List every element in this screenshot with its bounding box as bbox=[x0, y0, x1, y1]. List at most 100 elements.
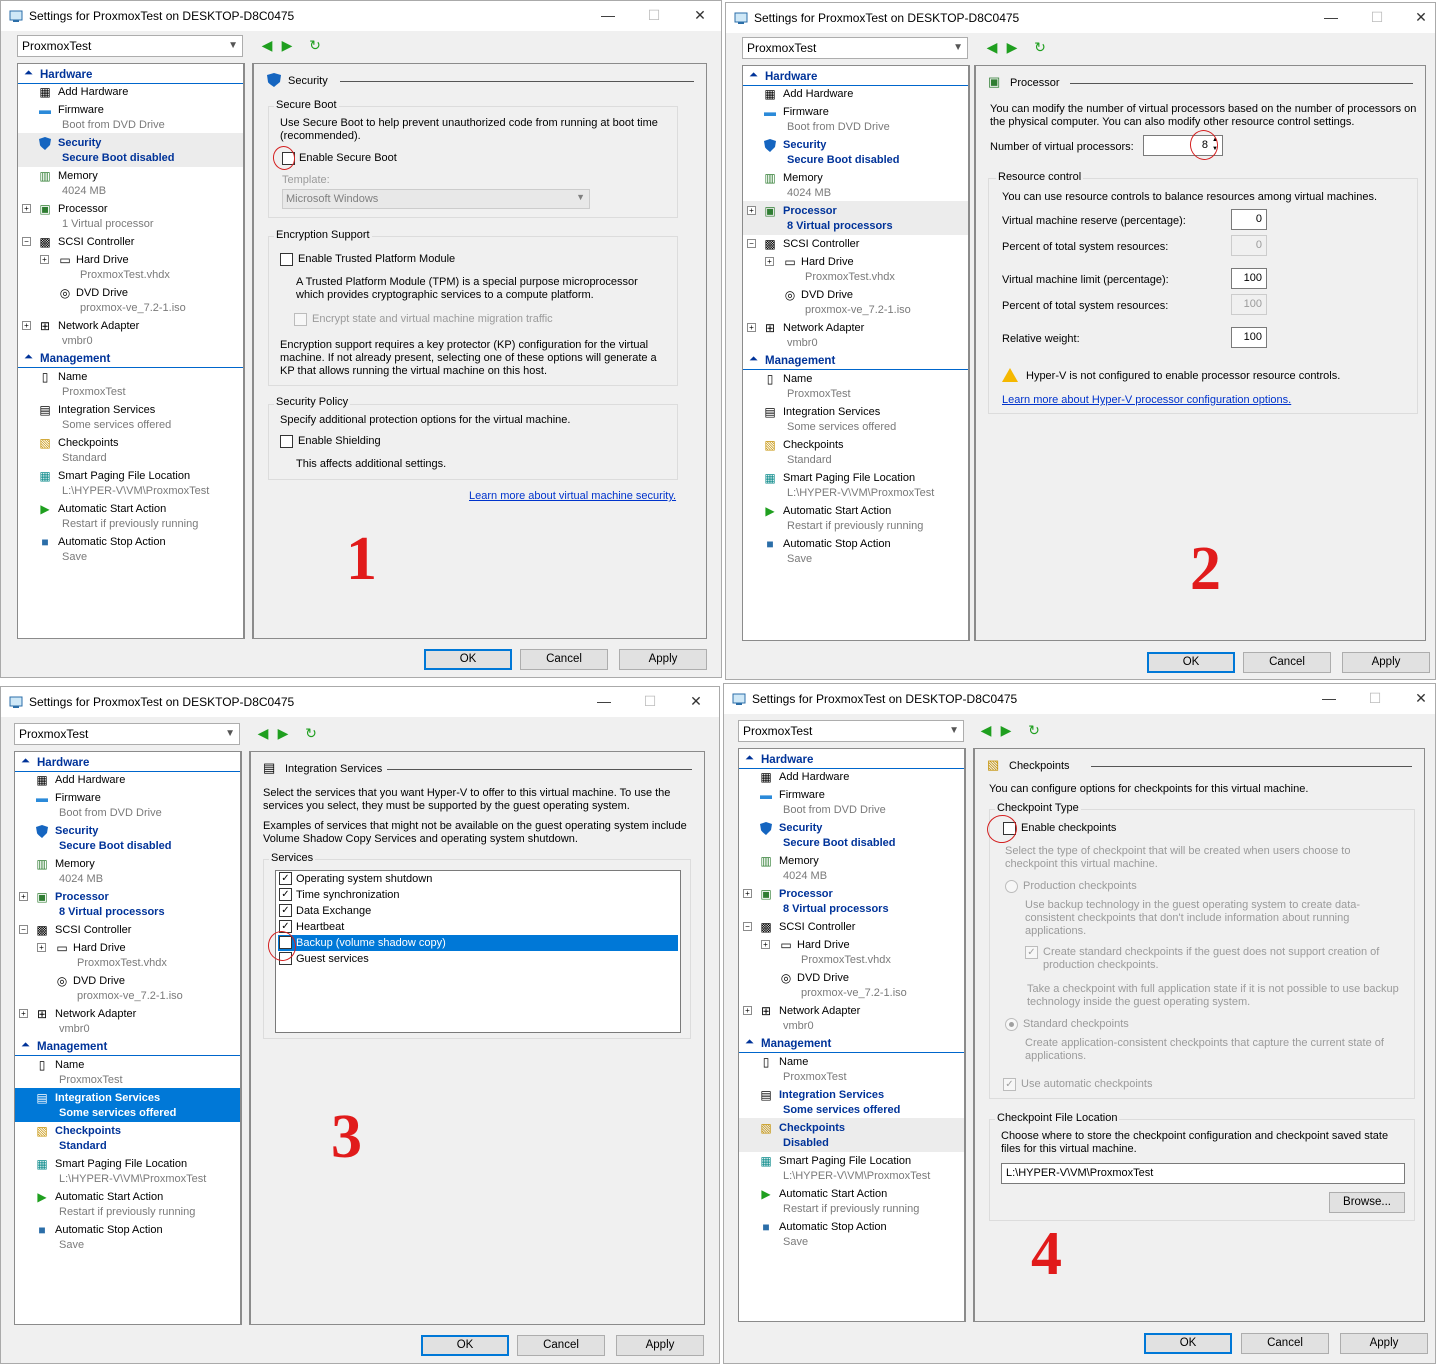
cancel-button[interactable]: Cancel bbox=[520, 649, 608, 670]
back-arrow-icon[interactable]: ◀ bbox=[976, 722, 996, 739]
limit-input[interactable]: 100 bbox=[1231, 268, 1267, 289]
tree-item-processor[interactable]: + ▣ Processor 8 Virtual processors bbox=[743, 201, 968, 235]
ok-button[interactable]: OK bbox=[1144, 1333, 1232, 1354]
tree-item-network[interactable]: + ⊞ Network Adapter vmbr0 bbox=[743, 318, 968, 352]
minimize-button[interactable]: — bbox=[593, 5, 623, 25]
tree-item-auto-stop[interactable]: ■ Automatic Stop Action Save bbox=[739, 1217, 964, 1251]
tree-item-memory[interactable]: ▥ Memory 4024 MB bbox=[743, 168, 968, 202]
vm-selector[interactable]: ProxmoxTest ▼ bbox=[738, 720, 964, 742]
tree-item-checkpoints[interactable]: ▧ Checkpoints Standard bbox=[15, 1121, 240, 1155]
encrypt-state-checkbox[interactable] bbox=[294, 313, 307, 326]
refresh-icon[interactable]: ↻ bbox=[301, 725, 321, 742]
tree-item-hard-drive[interactable]: + ▭ Hard Drive ProxmoxTest.vhdx bbox=[18, 250, 243, 284]
back-arrow-icon[interactable]: ◀ bbox=[982, 39, 1002, 56]
tree-item-network[interactable]: + ⊞ Network Adapter vmbr0 bbox=[18, 316, 243, 350]
apply-button[interactable]: Apply bbox=[616, 1335, 704, 1356]
service-item[interactable]: Backup (volume shadow copy) bbox=[278, 935, 678, 951]
tree-header-management[interactable]: ⏶ Management bbox=[743, 352, 968, 370]
enable-tpm-label[interactable]: Enable Trusted Platform Module bbox=[298, 253, 455, 266]
tree-item-security[interactable]: Security Secure Boot disabled bbox=[739, 818, 964, 852]
tree-item-smart-paging[interactable]: ▦ Smart Paging File Location L:\HYPER-V\VM… bbox=[743, 468, 968, 502]
close-button[interactable]: ✕ bbox=[681, 691, 711, 711]
expand-icon[interactable]: + bbox=[22, 204, 31, 213]
tree-item-dvd-drive[interactable]: ◎ DVD Drive proxmox-ve_7.2-1.iso bbox=[18, 283, 243, 317]
tree-item-smart-paging[interactable]: ▦ Smart Paging File Location L:\HYPER-V\VM… bbox=[739, 1151, 964, 1185]
tree-item-smart-paging[interactable]: ▦ Smart Paging File Location L:\HYPER-V\VM… bbox=[15, 1154, 240, 1188]
forward-arrow-icon[interactable]: ▶ bbox=[277, 37, 297, 54]
service-checkbox[interactable]: ✓ bbox=[279, 888, 292, 901]
back-arrow-icon[interactable]: ◀ bbox=[253, 725, 273, 742]
tree-item-auto-start[interactable]: ▶ Automatic Start Action Restart if previo… bbox=[743, 501, 968, 535]
maximize-button[interactable]: ☐ bbox=[639, 5, 669, 25]
tree-item-integration[interactable]: ▤ Integration Services Some services offer… bbox=[15, 1088, 240, 1122]
collapse-icon[interactable]: − bbox=[743, 922, 752, 931]
tree-item-processor[interactable]: + ▣ Processor 8 Virtual processors bbox=[15, 887, 240, 921]
tree-item-dvd-drive[interactable]: ◎ DVD Drive proxmox-ve_7.2-1.iso bbox=[739, 968, 964, 1002]
vm-selector[interactable]: ProxmoxTest ▼ bbox=[17, 35, 243, 57]
tree-item-auto-stop[interactable]: ■ Automatic Stop Action Save bbox=[15, 1220, 240, 1254]
close-button[interactable]: ✕ bbox=[1406, 688, 1435, 708]
minimize-button[interactable]: — bbox=[589, 691, 619, 711]
tree-item-checkpoints[interactable]: ▧ Checkpoints Standard bbox=[743, 435, 968, 469]
apply-button[interactable]: Apply bbox=[1340, 1333, 1428, 1354]
tree-item-hard-drive[interactable]: + ▭ Hard Drive ProxmoxTest.vhdx bbox=[15, 938, 240, 972]
tree-item-name[interactable]: ▯ Name ProxmoxTest bbox=[15, 1055, 240, 1089]
vm-selector[interactable]: ProxmoxTest ▼ bbox=[742, 37, 968, 59]
tree-item-checkpoints[interactable]: ▧ Checkpoints Disabled bbox=[739, 1118, 964, 1152]
apply-button[interactable]: Apply bbox=[619, 649, 707, 670]
ok-button[interactable]: OK bbox=[1147, 652, 1235, 673]
tree-item-network[interactable]: + ⊞ Network Adapter vmbr0 bbox=[15, 1004, 240, 1038]
collapse-icon[interactable]: − bbox=[747, 239, 756, 248]
refresh-icon[interactable]: ↻ bbox=[305, 37, 325, 54]
tree-item-firmware[interactable]: ▬ Firmware Boot from DVD Drive bbox=[18, 100, 243, 134]
tree-item-firmware[interactable]: ▬ Firmware Boot from DVD Drive bbox=[743, 102, 968, 136]
tree-item-auto-start[interactable]: ▶ Automatic Start Action Restart if previo… bbox=[739, 1184, 964, 1218]
refresh-icon[interactable]: ↻ bbox=[1030, 39, 1050, 56]
maximize-button[interactable]: ☐ bbox=[1362, 7, 1392, 27]
expand-icon[interactable]: + bbox=[765, 257, 774, 266]
cancel-button[interactable]: Cancel bbox=[517, 1335, 605, 1356]
expand-icon[interactable]: + bbox=[747, 323, 756, 332]
tree-item-integration[interactable]: ▤ Integration Services Some services offer… bbox=[18, 400, 243, 434]
expand-icon[interactable]: + bbox=[40, 255, 49, 264]
ok-button[interactable]: OK bbox=[424, 649, 512, 670]
service-checkbox[interactable]: ✓ bbox=[279, 872, 292, 885]
maximize-button[interactable]: ☐ bbox=[1360, 688, 1390, 708]
enable-checkpoints-label[interactable]: Enable checkpoints bbox=[1021, 822, 1116, 835]
tree-item-security[interactable]: Security Secure Boot disabled bbox=[18, 133, 243, 167]
enable-secure-boot-label[interactable]: Enable Secure Boot bbox=[299, 152, 397, 165]
tree-item-auto-stop[interactable]: ■ Automatic Stop Action Save bbox=[18, 532, 243, 566]
tree-item-checkpoints[interactable]: ▧ Checkpoints Standard bbox=[18, 433, 243, 467]
template-select[interactable]: Microsoft Windows ▼ bbox=[282, 189, 590, 209]
cancel-button[interactable]: Cancel bbox=[1241, 1333, 1329, 1354]
production-checkpoints-radio[interactable] bbox=[1005, 880, 1018, 893]
service-item[interactable]: ✓ Operating system shutdown bbox=[278, 871, 678, 887]
tree-item-auto-stop[interactable]: ■ Automatic Stop Action Save bbox=[743, 534, 968, 568]
tree-header-management[interactable]: ⏶ Management bbox=[739, 1035, 964, 1053]
tree-item-integration[interactable]: ▤ Integration Services Some services offer… bbox=[739, 1085, 964, 1119]
close-button[interactable]: ✕ bbox=[1406, 7, 1435, 27]
minimize-button[interactable]: — bbox=[1314, 688, 1344, 708]
cancel-button[interactable]: Cancel bbox=[1243, 652, 1331, 673]
tree-item-security[interactable]: Security Secure Boot disabled bbox=[743, 135, 968, 169]
enable-shielding-checkbox[interactable] bbox=[280, 435, 293, 448]
tree-item-name[interactable]: ▯ Name ProxmoxTest bbox=[743, 369, 968, 403]
service-checkbox[interactable]: ✓ bbox=[279, 904, 292, 917]
service-item[interactable]: ✓ Heartbeat bbox=[278, 919, 678, 935]
tree-item-name[interactable]: ▯ Name ProxmoxTest bbox=[739, 1052, 964, 1086]
tree-item-processor[interactable]: + ▣ Processor 8 Virtual processors bbox=[739, 884, 964, 918]
tree-header-management[interactable]: ⏶ Management bbox=[15, 1038, 240, 1056]
tree-item-memory[interactable]: ▥ Memory 4024 MB bbox=[15, 854, 240, 888]
ok-button[interactable]: OK bbox=[421, 1335, 509, 1356]
tree-item-name[interactable]: ▯ Name ProxmoxTest bbox=[18, 367, 243, 401]
tree-item-smart-paging[interactable]: ▦ Smart Paging File Location L:\HYPER-V\VM… bbox=[18, 466, 243, 500]
expand-icon[interactable]: + bbox=[19, 1009, 28, 1018]
tree-header-management[interactable]: ⏶ Management bbox=[18, 350, 243, 368]
tree-item-hard-drive[interactable]: + ▭ Hard Drive ProxmoxTest.vhdx bbox=[739, 935, 964, 969]
tree-item-memory[interactable]: ▥ Memory 4024 MB bbox=[18, 166, 243, 200]
service-item[interactable]: Guest services bbox=[278, 951, 678, 967]
tree-item-auto-start[interactable]: ▶ Automatic Start Action Restart if previo… bbox=[18, 499, 243, 533]
expand-icon[interactable]: + bbox=[743, 889, 752, 898]
checkpoint-location-input[interactable]: L:\HYPER-V\VM\ProxmoxTest bbox=[1001, 1163, 1405, 1184]
enable-tpm-checkbox[interactable] bbox=[280, 253, 293, 266]
